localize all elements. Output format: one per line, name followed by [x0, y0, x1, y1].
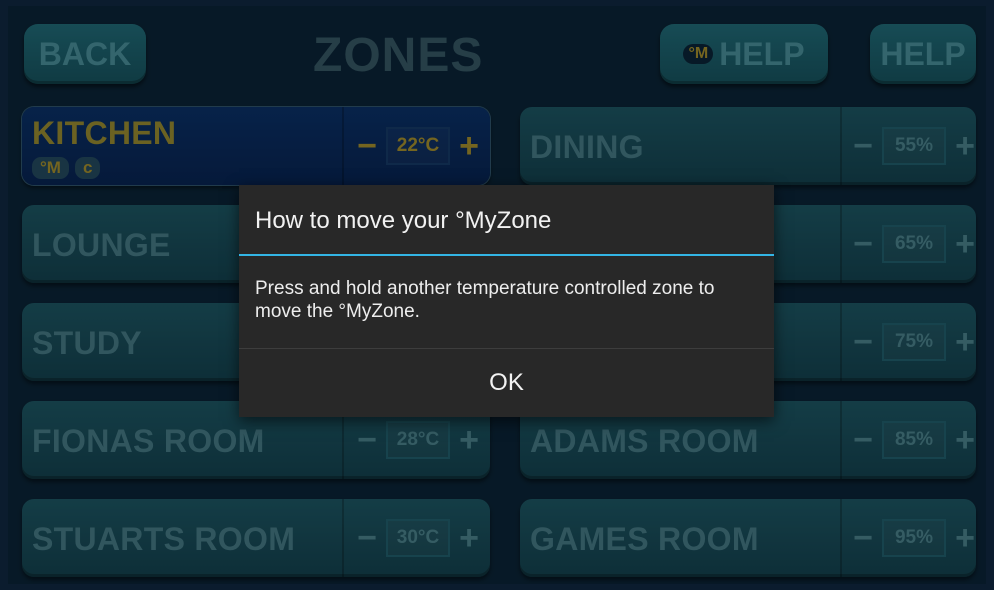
zones-screen: BACK ZONES °M HELP HELP KITCHEN °M c − 2…	[8, 6, 986, 584]
dialog-title-divider	[239, 254, 774, 256]
dialog-message: Press and hold another temperature contr…	[255, 278, 715, 322]
dialog-title: How to move your °MyZone	[255, 207, 552, 234]
move-myzone-dialog: How to move your °MyZone Press and hold …	[239, 185, 774, 417]
ok-button[interactable]: OK	[239, 349, 774, 417]
